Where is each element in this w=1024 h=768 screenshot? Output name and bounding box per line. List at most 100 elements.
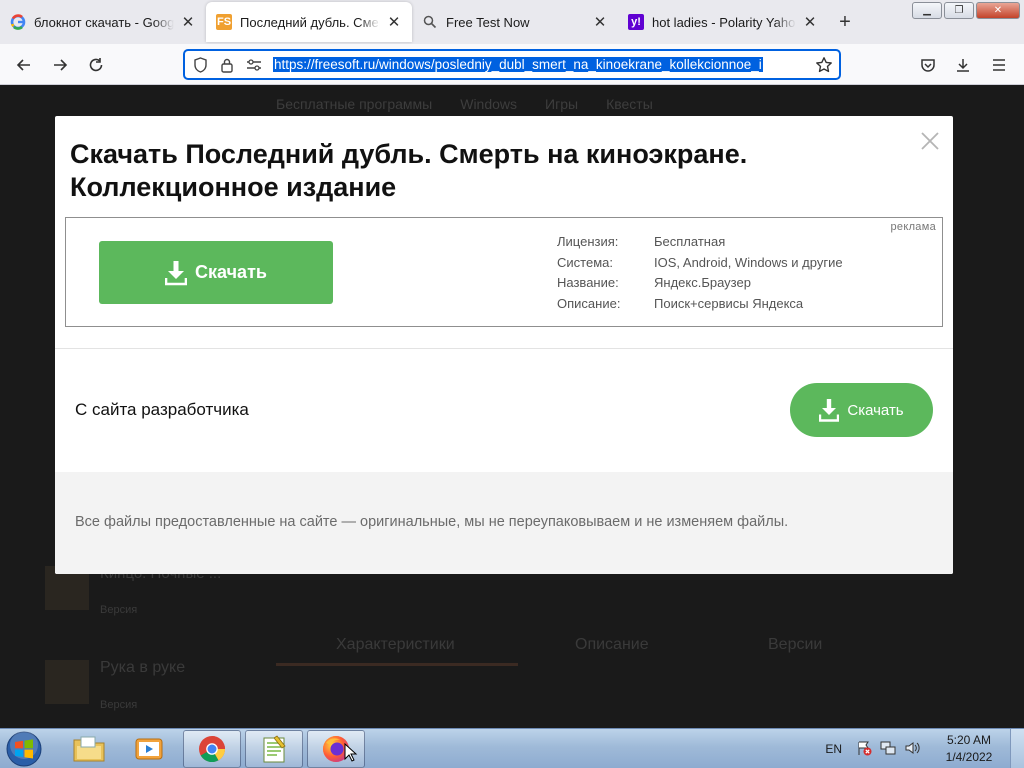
ad-info-row: Описание: Поиск+сервисы Яндекса [557,294,843,315]
tab-google-search[interactable]: блокнот скачать - Google Se ✕ [0,2,206,42]
ad-info-key: Описание: [557,296,621,312]
site-nav-item[interactable]: Игры [545,96,578,112]
tab-yahoo-search[interactable]: y! hot ladies - Polarity Yahoo Se ✕ [618,2,828,42]
site-nav: Бесплатные программы Windows Игры Квесты [276,96,653,112]
new-tab-button[interactable]: + [828,2,862,42]
ad-info-key: Лицензия: [557,234,619,249]
list-item-sub: Версия [100,699,138,711]
arrow-right-icon [54,59,68,71]
ad-info: Лицензия: Бесплатная Система: IOS, Android… [557,232,843,315]
close-tab-icon[interactable]: ✕ [386,13,402,31]
taskbar-media-player[interactable] [120,730,178,768]
tab-freesoft[interactable]: FS Последний дубль. Смерть н ✕ [206,2,412,42]
list-item-title[interactable]: Рука в руке [100,659,185,677]
volume-icon[interactable] [904,740,922,759]
reload-icon [89,58,103,72]
list-item-sub: Версия [100,604,138,616]
site-nav-item[interactable]: Бесплатные программы [276,96,432,112]
site-nav-item[interactable]: Windows [460,96,517,112]
minimize-button[interactable]: ▁ [912,2,942,19]
close-window-button[interactable]: ✕ [976,2,1020,19]
notepad-plus-icon [263,735,286,763]
permissions-icon[interactable] [245,56,263,74]
taskbar: EN 5:20 AM 1/4/2022 [0,728,1024,768]
media-player-icon [135,738,163,760]
site-nav-item[interactable]: Квесты [606,96,653,112]
mouse-cursor-icon [344,743,358,762]
divider [55,348,953,349]
plus-icon: + [839,10,851,33]
bookmark-star-icon[interactable] [815,56,833,74]
tab-characteristics[interactable]: Характеристики [336,636,575,654]
download-icon [165,260,188,285]
close-tab-icon[interactable]: ✕ [592,13,608,31]
action-center-icon[interactable] [856,740,872,759]
pocket-button[interactable] [915,52,941,78]
menu-button[interactable] [986,52,1012,78]
navigation-bar: https://freesoft.ru/windows/posledniy_du… [0,44,1024,85]
url-text[interactable]: https://freesoft.ru/windows/posledniy_du… [273,56,801,74]
modal-footer: Все файлы предоставленные на сайте — ори… [55,472,953,574]
developer-source-label: С сайта разработчика [75,400,249,419]
tab-title: hot ladies - Polarity Yahoo Se [652,14,796,30]
clock-date: 1/4/2022 [945,750,993,764]
maximize-button[interactable]: ❐ [944,2,974,19]
hamburger-menu-icon [993,59,1005,71]
ad-block: реклама Скачать Лицензия: Бесплатная Сист… [65,217,943,327]
chrome-icon [199,736,226,763]
tab-title: Последний дубль. Смерть н [240,14,380,30]
developer-download-label: Скачать [847,401,904,419]
taskbar-firefox[interactable] [307,730,365,768]
ad-info-value: Поиск+сервисы Яндекса [654,296,804,312]
download-icon [957,59,969,72]
url-value: https://freesoft.ru/windows/posledniy_du… [273,57,763,72]
back-button[interactable] [11,52,37,78]
url-bar[interactable]: https://freesoft.ru/windows/posledniy_du… [183,49,841,80]
close-icon [921,132,939,150]
ad-info-value: IOS, Android, Windows и другие [654,254,843,270]
ad-info-key: Название: [557,275,619,291]
arrow-left-icon [16,59,30,71]
tab-title: блокнот скачать - Google Se [34,14,174,30]
footer-note: Все файлы предоставленные на сайте — ори… [75,514,789,530]
tab-free-test-now[interactable]: Free Test Now ✕ [412,2,618,42]
reload-button[interactable] [83,52,109,78]
developer-download-button[interactable]: Скачать [790,383,933,437]
system-tray: EN 5:20 AM 1/4/2022 [825,729,1024,768]
yahoo-icon: y! [628,14,644,30]
show-desktop-button[interactable] [1010,729,1024,768]
tab-description[interactable]: Описание [575,636,768,654]
ad-download-button[interactable]: Скачать [99,241,333,304]
window-controls: ▁ ❐ ✕ [912,2,1020,19]
close-tab-icon[interactable]: ✕ [180,13,196,31]
pocket-icon [921,59,935,72]
start-button[interactable] [4,730,44,768]
shield-icon[interactable] [191,56,209,74]
ad-info-row: Система: IOS, Android, Windows и другие [557,253,843,274]
folder-icon [73,736,105,762]
language-indicator[interactable]: EN [825,742,842,756]
ad-download-label: Скачать [195,262,267,282]
ad-label: реклама [890,221,936,233]
taskbar-explorer[interactable] [60,730,118,768]
modal-close-button[interactable] [917,128,943,154]
lock-icon[interactable] [218,56,236,74]
maximize-icon: ❐ [954,5,964,16]
search-icon [422,14,438,30]
close-tab-icon[interactable]: ✕ [802,13,818,31]
network-icon[interactable] [880,740,896,759]
product-tabs: Характеристики Описание Версии [336,636,822,654]
tab-title: Free Test Now [446,14,530,30]
forward-button[interactable] [47,52,73,78]
clock-time: 5:20 AM [946,733,992,747]
ad-info-key: Система: [557,254,613,270]
download-modal: Скачать Последний дубль. Смерть на киноэ… [55,116,953,574]
minimize-icon: ▁ [923,5,931,16]
taskbar-chrome[interactable] [183,730,241,768]
taskbar-notepad-plus[interactable] [245,730,303,768]
freesoft-icon: FS [216,14,232,30]
clock[interactable]: 5:20 AM 1/4/2022 [928,732,1010,766]
item-thumbnail[interactable] [45,660,89,704]
downloads-button[interactable] [950,52,976,78]
tab-versions[interactable]: Версии [768,636,822,654]
